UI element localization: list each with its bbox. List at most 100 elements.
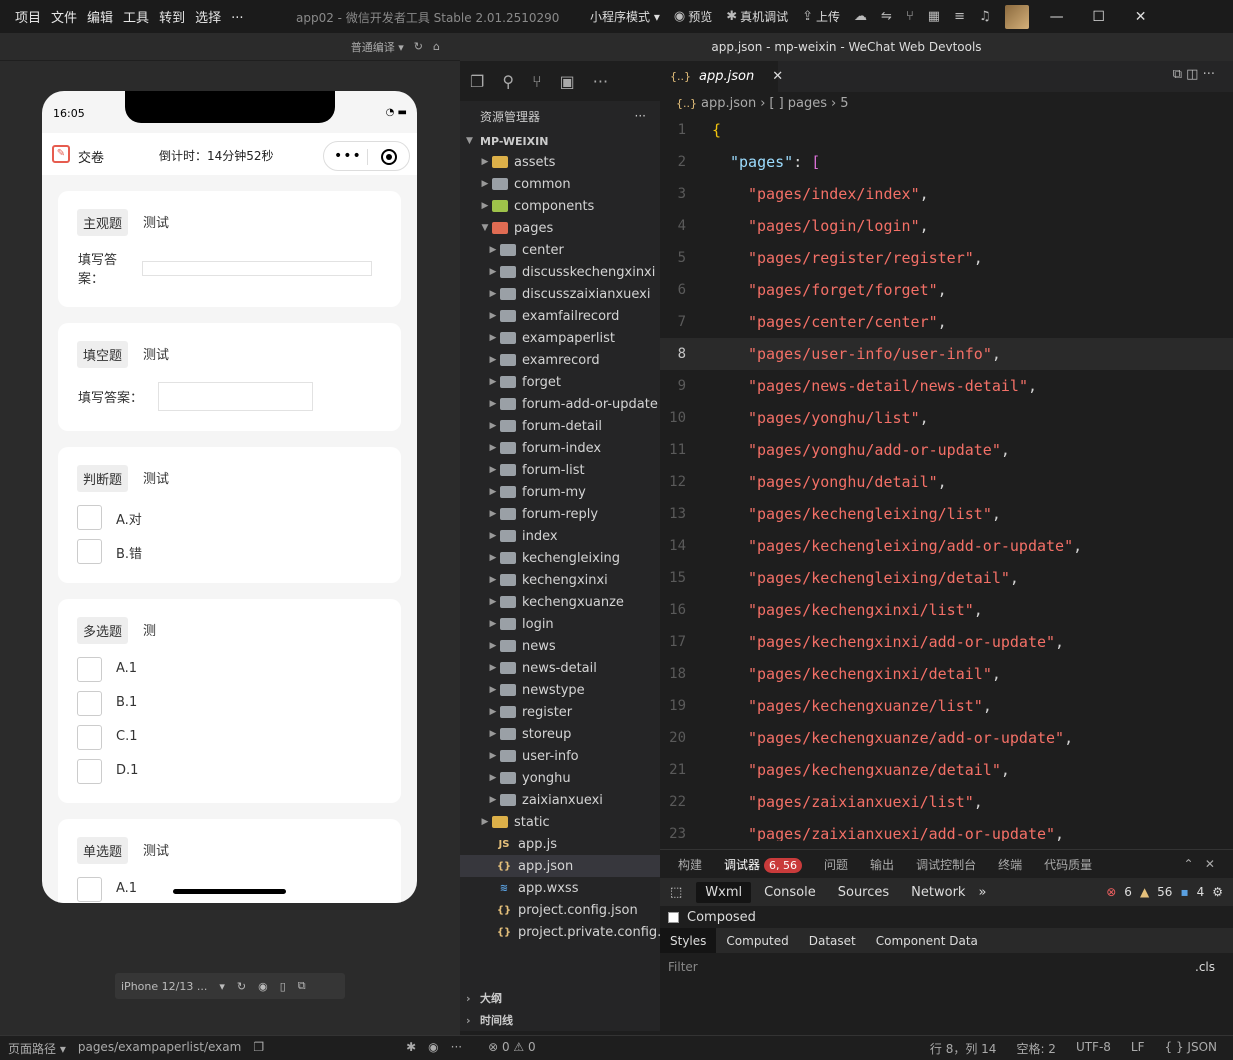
tab-output[interactable]: 输出 (870, 856, 894, 873)
submit-button[interactable]: 交卷 (78, 147, 104, 166)
more-icon[interactable]: ··· (593, 72, 608, 91)
code-line[interactable]: 5 "pages/register/register", (660, 242, 1233, 274)
breadcrumb-file[interactable]: app.json (701, 96, 756, 111)
tree-folder-news[interactable]: ▶ news (460, 635, 660, 657)
menu-tools[interactable]: 工具 (118, 7, 154, 26)
phone-icon[interactable]: ▯ (280, 980, 286, 993)
issue-counts[interactable]: ⊗ 6 ▲ 56 ▪ 4 ⚙ (1106, 885, 1223, 899)
code-line[interactable]: 6 "pages/forget/forget", (660, 274, 1233, 306)
tree-folder-news-detail[interactable]: ▶ news-detail (460, 657, 660, 679)
menu-project[interactable]: 项目 (10, 7, 46, 26)
tree-folder-register[interactable]: ▶ register (460, 701, 660, 723)
code-line[interactable]: 20 "pages/kechengxuanze/add-or-update", (660, 722, 1233, 754)
editor-actions-icon[interactable]: ⧉ ◫ ··· (1173, 67, 1215, 82)
source-control-icon[interactable]: ⑂ (532, 72, 542, 91)
indentation[interactable]: 空格: 2 (1016, 1040, 1056, 1057)
code-line[interactable]: 13 "pages/kechengleixing/list", (660, 498, 1233, 530)
menu-goto[interactable]: 转到 (154, 7, 190, 26)
code-editor[interactable]: 1{2 "pages": [3 "pages/index/index", 4 "page… (660, 114, 1233, 841)
tree-folder-index[interactable]: ▶ index (460, 525, 660, 547)
option-checkbox[interactable] (77, 759, 102, 784)
option-checkbox[interactable] (77, 657, 102, 682)
tab-sources[interactable]: Sources (829, 882, 898, 903)
timeline-section[interactable]: › 时间线 (460, 1009, 660, 1031)
branch-icon[interactable]: ⑂ (906, 9, 914, 24)
answer-input[interactable] (142, 261, 372, 276)
cls-button[interactable]: .cls (1195, 960, 1215, 974)
code-line[interactable]: 8 "pages/user-info/user-info", (660, 338, 1233, 370)
dropdown-icon[interactable]: ▾ (219, 980, 225, 993)
project-root[interactable]: ▼ MP-WEIXIN (460, 131, 660, 151)
clear-cache-icon[interactable]: ⌂ (433, 40, 440, 53)
menu-more[interactable]: ... (226, 7, 248, 26)
code-line[interactable]: 9 "pages/news-detail/news-detail", (660, 370, 1233, 402)
refresh-icon[interactable]: ↻ (414, 40, 423, 53)
tree-file-app-js[interactable]: JS app.js (460, 833, 660, 855)
code-line[interactable]: 3 "pages/index/index", (660, 178, 1233, 210)
more-icon[interactable]: ••• (334, 148, 362, 164)
tree-folder-examrecord[interactable]: ▶ examrecord (460, 349, 660, 371)
code-line[interactable]: 11 "pages/yonghu/add-or-update", (660, 434, 1233, 466)
tree-folder-forget[interactable]: ▶ forget (460, 371, 660, 393)
tree-folder-storeup[interactable]: ▶ storeup (460, 723, 660, 745)
copy-icon[interactable]: ❐ (253, 1040, 264, 1057)
tree-folder-forum-my[interactable]: ▶ forum-my (460, 481, 660, 503)
eye-icon[interactable]: ◉ (428, 1040, 438, 1057)
tree-folder-yonghu[interactable]: ▶ yonghu (460, 767, 660, 789)
tab-terminal[interactable]: 终端 (998, 856, 1022, 873)
code-line[interactable]: 12 "pages/yonghu/detail", (660, 466, 1233, 498)
tab-dataset[interactable]: Dataset (799, 928, 866, 953)
answer-input[interactable] (158, 382, 313, 411)
mode-select[interactable]: 小程序模式 ▾ (590, 8, 660, 25)
tab-component-data[interactable]: Component Data (866, 928, 988, 953)
tab-code-quality[interactable]: 代码质量 (1044, 856, 1092, 873)
switch-icon[interactable]: ⇋ (881, 9, 892, 24)
encoding[interactable]: UTF-8 (1076, 1040, 1111, 1057)
tab-styles[interactable]: Styles (660, 928, 717, 953)
inspect-icon[interactable]: ⬚ (670, 885, 682, 900)
outline-section[interactable]: › 大纲 (460, 987, 660, 1009)
preview-button[interactable]: ◉ 预览 (674, 8, 712, 25)
tree-file-project-private-config[interactable]: {} project.private.config.js... (460, 921, 684, 943)
tab-problems[interactable]: 问题 (824, 856, 848, 873)
code-line[interactable]: 22 "pages/zaixianxuexi/list", (660, 786, 1233, 818)
popout-icon[interactable]: ⧉ (298, 979, 306, 993)
rotate-icon[interactable]: ↻ (237, 980, 246, 993)
tree-folder-center[interactable]: ▶ center (460, 239, 660, 261)
tab-debugger[interactable]: 调试器 6, 56 (724, 856, 803, 873)
close-icon[interactable]: ✕ (1127, 9, 1155, 25)
code-line[interactable]: 21 "pages/kechengxuanze/detail", (660, 754, 1233, 786)
panel-controls-icon[interactable]: ⌃ ✕ (1183, 857, 1215, 871)
tree-folder-kechengxuanze[interactable]: ▶ kechengxuanze (460, 591, 660, 613)
tree-folder-forum-reply[interactable]: ▶ forum-reply (460, 503, 660, 525)
option-checkbox[interactable] (77, 691, 102, 716)
bell-icon[interactable]: ♫ (979, 9, 991, 24)
close-program-icon[interactable] (381, 149, 397, 165)
code-line[interactable]: 4 "pages/login/login", (660, 210, 1233, 242)
maximize-icon[interactable]: ☐ (1085, 9, 1113, 25)
code-line[interactable]: 1{ (660, 114, 1233, 146)
menu-select[interactable]: 选择 (190, 7, 226, 26)
upload-button[interactable]: ⇪ 上传 (802, 8, 840, 25)
breadcrumb-item[interactable]: 5 (840, 96, 848, 111)
code-line[interactable]: 19 "pages/kechengxuanze/list", (660, 690, 1233, 722)
option-checkbox[interactable] (77, 505, 102, 530)
tree-folder-exampaperlist[interactable]: ▶ exampaperlist (460, 327, 660, 349)
bug-icon[interactable]: ✱ (406, 1040, 416, 1057)
compile-mode-select[interactable]: 普通编译 ▾ (351, 39, 404, 55)
tab-app-json[interactable]: {..} app.json ✕ (660, 61, 783, 92)
tree-folder-assets[interactable]: ▶ assets (460, 151, 660, 173)
tree-folder-forum-detail[interactable]: ▶ forum-detail (460, 415, 660, 437)
record-icon[interactable]: ◉ (258, 980, 268, 993)
extensions-icon[interactable]: ▣ (560, 72, 575, 91)
tree-file-app-wxss[interactable]: ≋ app.wxss (460, 877, 660, 899)
option-checkbox[interactable] (77, 877, 102, 902)
menu-edit[interactable]: 编辑 (82, 7, 118, 26)
avatar[interactable] (1004, 4, 1029, 29)
tab-debug-console[interactable]: 调试控制台 (916, 856, 976, 873)
gear-icon[interactable]: ⚙ (1212, 885, 1223, 899)
code-line[interactable]: 7 "pages/center/center", (660, 306, 1233, 338)
cloud-icon[interactable]: ☁ (854, 9, 867, 24)
breadcrumb-key[interactable]: [ ] pages (769, 96, 827, 111)
tab-wxml[interactable]: Wxml (696, 881, 752, 903)
